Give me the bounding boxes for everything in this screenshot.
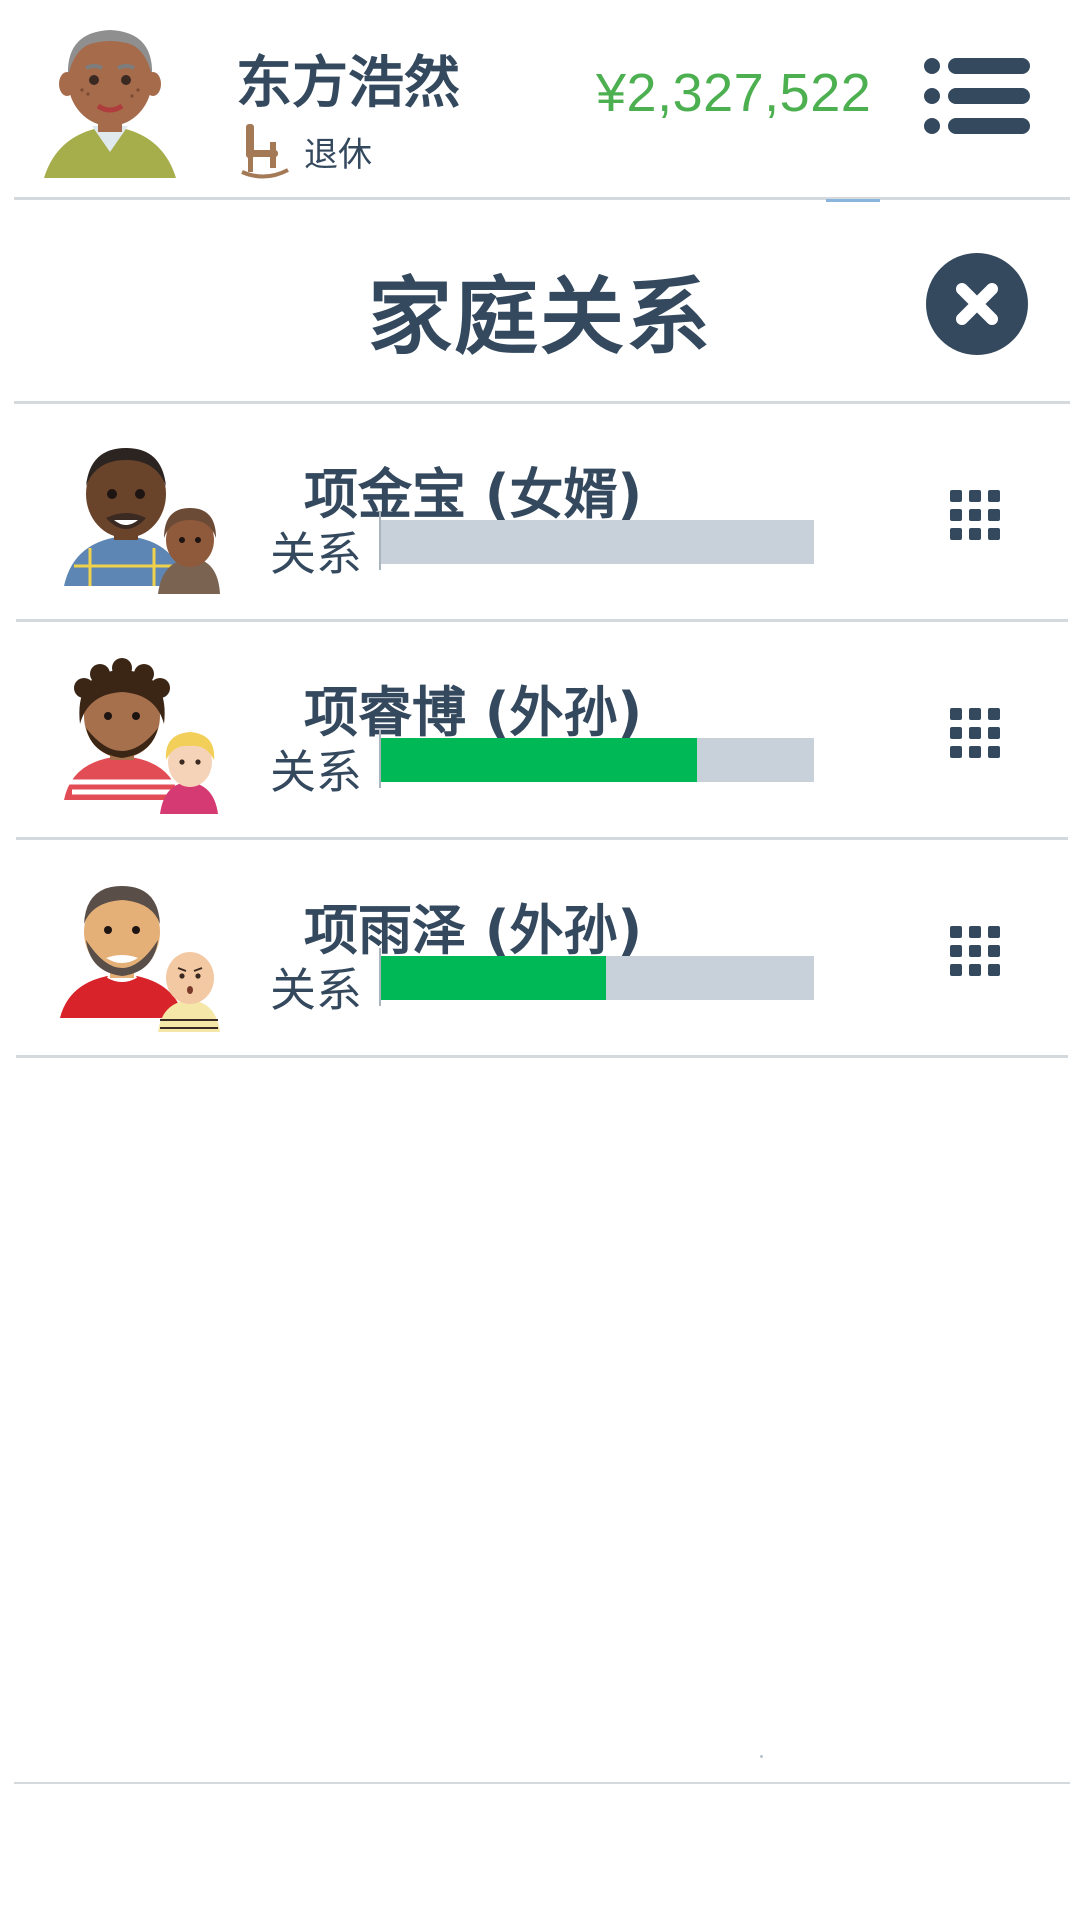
bottom-divider <box>14 1782 1070 1784</box>
relationship-bar-fill <box>380 956 606 1000</box>
grid-dots-icon[interactable] <box>950 926 1000 976</box>
close-button[interactable] <box>926 253 1028 355</box>
relative-row[interactable]: 项雨泽 (外孙) 关系 <box>0 840 1080 1056</box>
header-divider <box>14 197 1070 200</box>
relationship-label: 关系 <box>270 745 362 799</box>
grid-dots-icon[interactable] <box>950 708 1000 758</box>
relationship-bar <box>380 520 814 564</box>
relationship-bar-fill <box>380 738 697 782</box>
bar-start-tick <box>379 948 381 1006</box>
player-name: 东方浩然 <box>236 51 460 116</box>
row-divider <box>16 1055 1068 1058</box>
bar-start-tick <box>379 512 381 570</box>
relative-avatar-son-in-law <box>64 448 220 594</box>
relative-row[interactable]: 项睿博 (外孙) 关系 <box>0 622 1080 838</box>
close-icon <box>956 283 998 325</box>
dialog-title: 家庭关系 <box>367 268 712 366</box>
relationship-label: 关系 <box>270 963 362 1017</box>
status-label: 退休 <box>304 134 372 175</box>
relative-avatar-grandson-2 <box>60 886 220 1032</box>
menu-list-icon[interactable] <box>924 56 1030 136</box>
relationship-bar <box>380 738 814 782</box>
grid-dots-icon[interactable] <box>950 490 1000 540</box>
speck <box>760 1755 763 1758</box>
money-balance: ¥2,327,522 <box>596 63 872 123</box>
relative-row[interactable]: 项金宝 (女婿) 关系 <box>0 404 1080 620</box>
rocking-chair-icon <box>241 124 289 179</box>
top-status-header: 东方浩然 退休 ¥2,327,522 <box>0 0 1080 198</box>
life-stage-status: 退休 <box>240 120 372 182</box>
relationship-label: 关系 <box>270 527 362 581</box>
tab-indicator <box>826 199 880 202</box>
player-avatar[interactable] <box>38 14 182 182</box>
relative-avatar-grandson-1 <box>64 658 218 814</box>
relationship-bar <box>380 956 814 1000</box>
bar-start-tick <box>379 730 381 788</box>
